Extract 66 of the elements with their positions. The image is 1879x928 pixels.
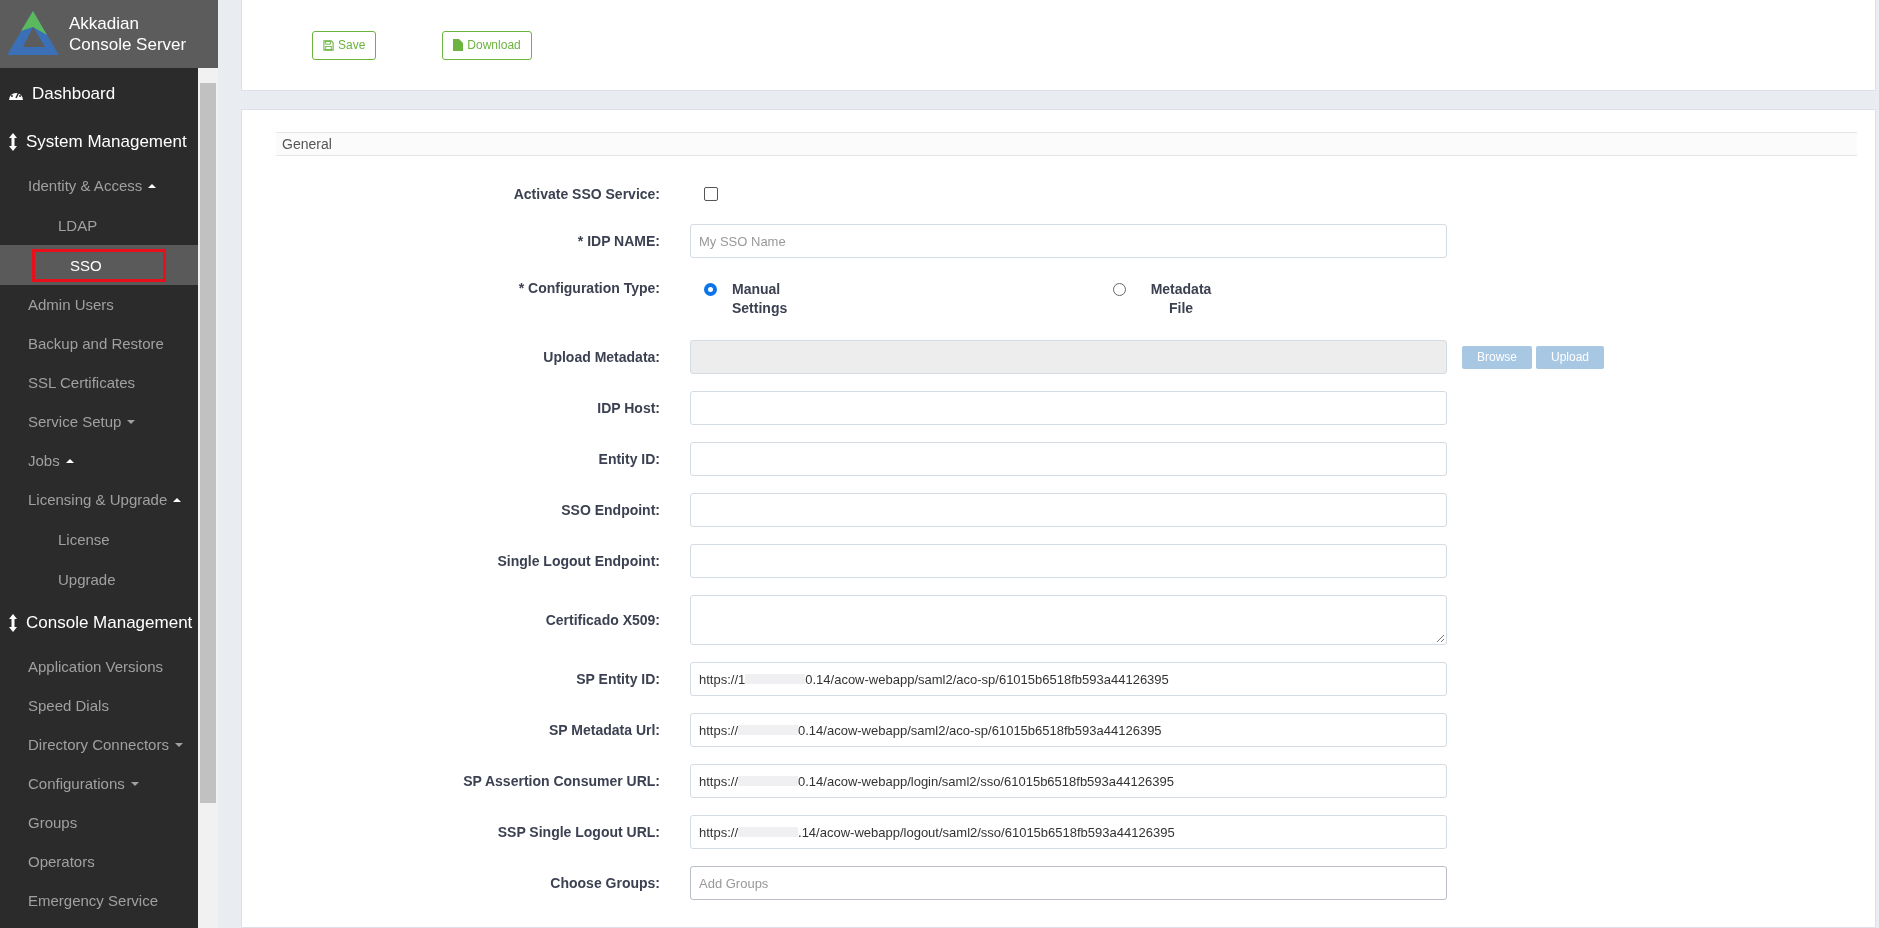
nav-item[interactable]: Admin Users [0,285,198,324]
field-label: SP Metadata Url: [548,722,660,738]
field-text: 0.14/acow-webapp/saml2/aco-sp/61015b6518fb593a44126395 [805,671,1169,687]
input-field[interactable]: Add Groups [690,866,1447,900]
input-field[interactable] [690,544,1447,578]
brand-name: Akkadian [69,13,140,34]
field-label: Certificado X509: [544,612,660,628]
input-field[interactable]: My SSO Name [690,224,1447,258]
field-label: Single Logout Endpoint: [496,553,660,569]
field-label: IDP Host: [596,400,660,416]
nav-item[interactable]: SSL Certificates [0,363,198,402]
resize-handle-icon[interactable] [1436,634,1444,642]
nav-item[interactable]: Upgrade [20,562,148,596]
up-down-arrow-icon [8,133,18,151]
url-field[interactable]: https:// 0.14/acow-webapp/saml2/aco-sp/61015b6518fb593a44126395 [690,713,1447,747]
field-text: .14/acow-webapp/logout/saml2/sso/61015b6518fb593a44126395 [798,824,1175,840]
nav-section[interactable]: Dashboard [0,70,198,118]
nav-item[interactable]: Directory Connectors [0,725,198,764]
nav-item[interactable]: Jobs [0,441,198,480]
radio-label: Metadata File [1149,280,1213,318]
nav-section[interactable]: System Management [0,118,198,166]
nav-item[interactable]: Application Versions [0,647,198,686]
input-field[interactable] [690,442,1447,476]
nav-item[interactable]: Speed Dials [0,686,198,725]
url-field[interactable]: https:// 0.14/acow-webapp/login/saml2/sso/61015b6518fb593a44126395 [690,764,1447,798]
up-down-arrow-icon [8,614,18,632]
nav-item[interactable]: Configurations [0,764,198,803]
radio-label: Manual Settings [732,280,789,318]
nav-item[interactable]: Licensing & Upgrade [0,480,198,519]
field-text: https:// [699,824,739,840]
brand-name: Console Server [69,34,187,55]
field-label: Upload Metadata: [542,349,660,365]
field-label: * Configuration Type: [517,280,660,296]
input-field[interactable] [690,391,1447,425]
nav-item[interactable]: SSO [32,248,166,282]
field-label: Entity ID: [597,451,660,467]
field-label: Activate SSO Service: [512,186,660,202]
nav-item[interactable]: Emergency Service [0,881,198,920]
nav-item[interactable]: License [20,522,148,556]
nav-item[interactable]: Groups [0,803,198,842]
nav-item[interactable]: Identity & Access [0,166,198,205]
field-label: SP Assertion Consumer URL: [462,773,660,789]
field-label: SSP Single Logout URL: [496,824,660,840]
field-text: https:// [699,722,739,738]
nav-item[interactable]: Backup and Restore [0,324,198,363]
input-field[interactable] [690,493,1447,527]
url-field[interactable]: https://1 0.14/acow-webapp/saml2/aco-sp/61015b6518fb593a44126395 [690,662,1447,696]
checkbox[interactable] [704,187,718,201]
field-label: SSO Endpoint: [560,502,660,518]
radio-button[interactable] [704,283,717,296]
file-icon [453,39,464,51]
scrollbar[interactable] [198,68,218,928]
field-text: https:// [699,773,739,789]
nav-section[interactable]: Console Management [0,599,198,647]
field-label: SP Entity ID: [575,671,660,687]
field-label: * IDP NAME: [576,233,660,249]
field-text: https://1 [699,671,746,687]
field-text: 0.14/acow-webapp/saml2/aco-sp/61015b6518fb593a44126395 [798,722,1162,738]
nav-item[interactable]: Operators [0,842,198,881]
section-header: General [276,132,1857,156]
field-text: 0.14/acow-webapp/login/saml2/sso/61015b6518fb593a44126395 [798,773,1174,789]
radio-button[interactable] [1113,283,1126,296]
nav-item[interactable]: Service Setup [0,402,198,441]
nav-item[interactable]: LDAP [20,208,148,242]
url-field[interactable]: https:// .14/acow-webapp/logout/saml2/sso/61015b6518fb593a44126395 [690,815,1447,849]
field-label: Choose Groups: [549,875,660,891]
